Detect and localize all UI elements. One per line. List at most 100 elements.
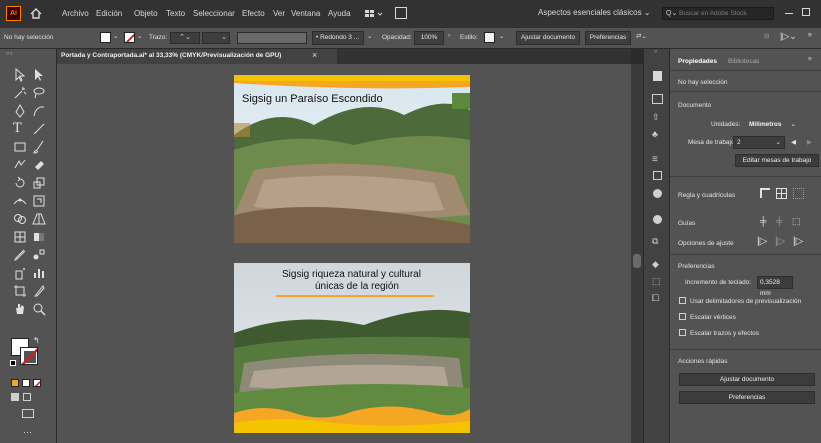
pixel-grid-icon[interactable]	[793, 188, 804, 199]
shape-builder-tool-icon[interactable]	[13, 212, 27, 226]
grid-icon[interactable]	[776, 188, 787, 199]
more-options-icon[interactable]: ≡	[808, 32, 812, 39]
style-dropdown-icon[interactable]: ⌄	[499, 32, 504, 40]
tab-libraries[interactable]: Bibliotecas	[728, 58, 759, 65]
screen-mode-icon[interactable]	[22, 409, 34, 418]
collapse-panel-icon[interactable]: ««	[6, 51, 13, 57]
hand-tool-icon[interactable]	[13, 302, 27, 316]
artboard-tool-icon[interactable]	[13, 284, 27, 298]
scale-tool-icon[interactable]	[32, 176, 46, 190]
lasso-tool-icon[interactable]	[32, 86, 46, 100]
eyedropper-tool-icon[interactable]	[13, 248, 27, 262]
none-mode-icon[interactable]	[33, 379, 41, 387]
smart-guides-icon[interactable]: ⬚	[792, 216, 801, 227]
quick-fit-document-button[interactable]: Ajustar documento	[679, 373, 815, 386]
canvas-vertical-scrollbar[interactable]	[631, 64, 643, 443]
rulers-icon[interactable]	[760, 188, 770, 198]
scrollbar-thumb[interactable]	[633, 254, 641, 268]
tab-properties[interactable]: Propiedades	[678, 58, 717, 65]
close-tab-icon[interactable]: ×	[312, 50, 317, 60]
stock-search[interactable]: Q⌄ Buscar en Adobe Stock	[662, 7, 774, 20]
opacity-dropdown-icon[interactable]: ›	[448, 32, 450, 39]
gradient-tool-icon[interactable]	[32, 230, 46, 244]
rotate-tool-icon[interactable]	[13, 176, 27, 190]
draw-behind-icon[interactable]	[23, 393, 31, 401]
minimize-window-icon[interactable]	[785, 13, 793, 14]
fill-swatch[interactable]	[100, 32, 111, 43]
blend-tool-icon[interactable]	[32, 248, 46, 262]
artboard-select[interactable]: 2 ⌄	[733, 136, 785, 149]
curvature-tool-icon[interactable]	[32, 104, 46, 118]
snap-to-pixel-icon[interactable]: |▷	[793, 236, 803, 247]
snap-to-point-icon[interactable]: |▷	[757, 236, 767, 247]
artboard-2-title-line2[interactable]: únicas de la región	[315, 281, 399, 292]
preferences-button[interactable]: Preferencias	[585, 31, 631, 45]
color-mode-icon[interactable]	[11, 379, 19, 387]
eraser-tool-icon[interactable]	[32, 158, 46, 172]
fill-dropdown-icon[interactable]: ⌄	[113, 32, 118, 40]
stroke-color-swatch[interactable]	[20, 347, 38, 365]
panel-menu-icon[interactable]: ≡	[808, 56, 812, 63]
search-input[interactable]: Buscar en Adobe Stock	[679, 10, 747, 17]
swap-fill-stroke-icon[interactable]: ↰	[33, 336, 40, 345]
menu-objeto[interactable]: Objeto	[134, 9, 158, 18]
menu-seleccionar[interactable]: Seleccionar	[193, 9, 235, 18]
layers-panel-icon[interactable]: ⧉	[652, 236, 658, 247]
guides-show-icon[interactable]: ╪	[760, 216, 766, 226]
menu-texto[interactable]: Texto	[166, 9, 185, 18]
type-tool-icon[interactable]: T	[13, 122, 27, 136]
guides-lock-icon[interactable]: ╪	[776, 216, 782, 226]
share-icon[interactable]	[395, 7, 407, 19]
direct-selection-tool-icon[interactable]	[32, 68, 46, 82]
artboard-2-title-line1[interactable]: Sigsig riqueza natural y cultural	[282, 269, 421, 280]
artboards-panel-icon[interactable]: ⬚	[652, 276, 661, 287]
quick-preferences-button[interactable]: Preferencias	[679, 391, 815, 404]
stroke-panel-icon[interactable]: ≡	[652, 154, 658, 165]
zoom-tool-icon[interactable]	[32, 302, 46, 316]
expand-dock-icon[interactable]: »	[654, 49, 657, 55]
units-select[interactable]: Milímetros ⌄	[745, 118, 801, 131]
align-icon[interactable]: |▷⌄	[780, 31, 797, 42]
variable-width-profile[interactable]	[237, 32, 307, 44]
menu-edicion[interactable]: Edición	[96, 9, 122, 18]
next-artboard-icon[interactable]: ▶	[807, 138, 812, 146]
paintbrush-tool-icon[interactable]	[32, 140, 46, 154]
swatches-panel-icon[interactable]: ♣	[652, 129, 658, 139]
gradient-panel-icon[interactable]	[653, 171, 662, 180]
properties-panel-icon[interactable]	[653, 71, 662, 81]
artboard-2[interactable]: Sigsig riqueza natural y cultural únicas…	[234, 263, 470, 433]
menu-ver[interactable]: Ver	[273, 9, 285, 18]
graphic-style-swatch[interactable]	[484, 32, 495, 43]
free-transform-tool-icon[interactable]	[32, 194, 46, 208]
draw-normal-icon[interactable]	[11, 393, 19, 401]
stroke-swatch[interactable]	[124, 32, 135, 43]
asset-export-panel-icon[interactable]: ◆	[652, 259, 659, 270]
links-panel-icon[interactable]: ⧠	[652, 293, 659, 304]
symbol-sprayer-tool-icon[interactable]	[13, 266, 27, 280]
transform-options-icon[interactable]: ⇄⌄	[636, 32, 647, 40]
perspective-grid-tool-icon[interactable]	[32, 212, 46, 226]
stroke-weight-stepper[interactable]: ⌃⌄	[170, 32, 200, 44]
menu-ayuda[interactable]: Ayuda	[328, 9, 351, 18]
artboard-1-title[interactable]: Sigsig un Paraíso Escondido	[242, 93, 383, 105]
libraries-panel-icon[interactable]	[652, 94, 663, 104]
home-icon[interactable]	[30, 8, 42, 19]
maximize-window-icon[interactable]	[802, 8, 810, 16]
default-fill-stroke-icon[interactable]	[10, 360, 16, 366]
line-segment-tool-icon[interactable]	[32, 122, 46, 136]
canvas[interactable]: Sigsig un Paraíso Escondido Sigsig rique…	[57, 64, 631, 443]
stroke-weight-field[interactable]: ⌄	[202, 32, 230, 44]
keyboard-increment-input[interactable]: 0,3528 mm	[757, 276, 793, 297]
workspace-switcher[interactable]: Aspectos esenciales clásicos ⌄	[538, 8, 658, 20]
snap-to-grid-icon[interactable]: |▷	[775, 236, 785, 247]
document-tab[interactable]: Portada y Contraportada.ai* al 33,33% (C…	[57, 49, 337, 64]
preview-bounds-checkbox[interactable]	[679, 297, 686, 304]
arrange-documents-icon[interactable]	[365, 9, 385, 19]
edit-artboards-button[interactable]: Editar mesas de trabajo	[735, 154, 819, 167]
stroke-dropdown-icon[interactable]: ⌄	[137, 32, 142, 40]
arrange-panel-icon[interactable]: ⊟	[764, 32, 769, 40]
rectangle-tool-icon[interactable]	[13, 140, 27, 154]
brush-dropdown-icon[interactable]: ⌄	[367, 32, 372, 40]
column-graph-tool-icon[interactable]	[32, 266, 46, 280]
fit-document-button[interactable]: Ajustar documento	[516, 31, 580, 45]
